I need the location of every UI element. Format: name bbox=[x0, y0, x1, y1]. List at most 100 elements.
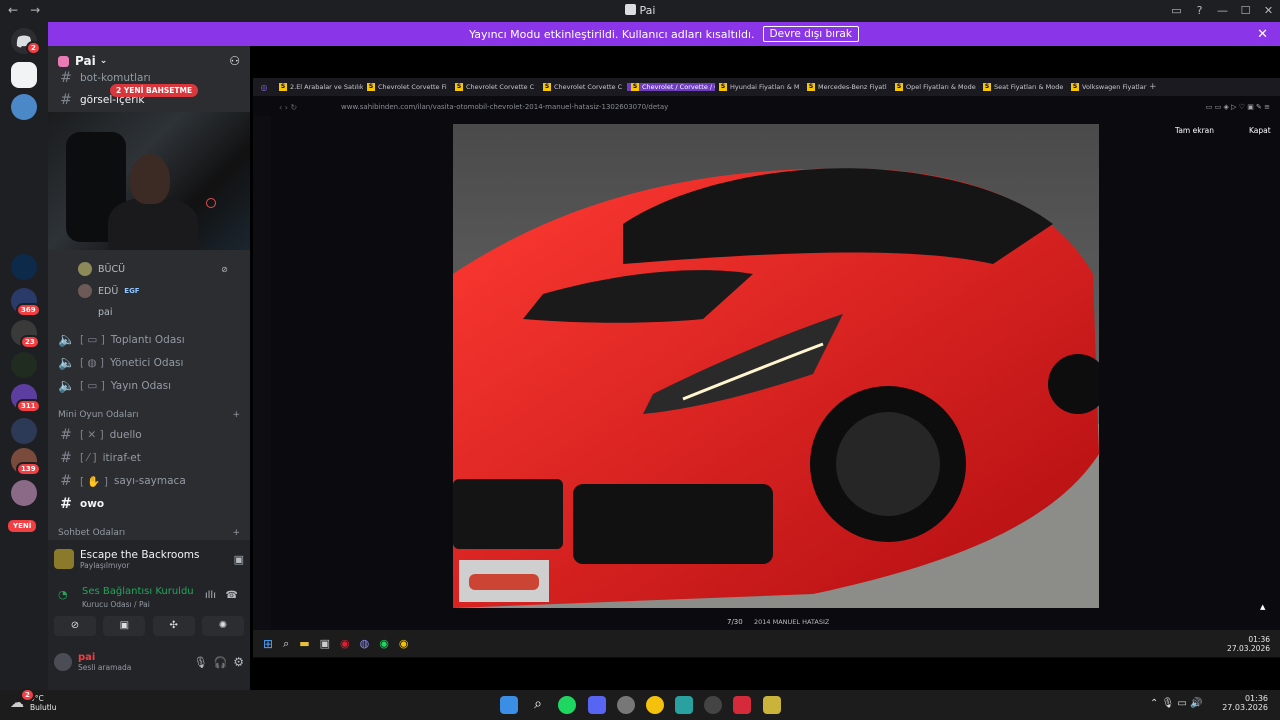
opera-gx-icon[interactable] bbox=[733, 696, 751, 714]
server-icon-6[interactable] bbox=[11, 418, 37, 444]
folder-icon: ▬ bbox=[299, 637, 310, 650]
avatar[interactable] bbox=[54, 653, 72, 671]
streamer-mode-banner: Yayıncı Modu etkinleştirildi. Kullanıcı … bbox=[48, 22, 1280, 46]
start-button[interactable] bbox=[500, 696, 518, 714]
weather-badge: 2 bbox=[20, 688, 35, 702]
screen-share-icon[interactable]: ▣ bbox=[103, 616, 146, 636]
soundboard-icon[interactable]: ıllı bbox=[205, 590, 216, 601]
browser-tab[interactable]: S Hyundai Fiyatları & M bbox=[715, 83, 803, 91]
help-icon[interactable]: ? bbox=[1188, 0, 1211, 22]
server-badge: 23 bbox=[20, 335, 40, 349]
minimize-button[interactable]: — bbox=[1211, 0, 1234, 22]
opera-icon: ◉ bbox=[340, 637, 350, 650]
channel-owo[interactable]: # owo bbox=[58, 496, 104, 512]
voice-channel-yayin[interactable]: 🔈[ ▭ ] Yayın Odası bbox=[58, 378, 171, 394]
server-icon-k[interactable] bbox=[11, 254, 37, 280]
category-sohbet[interactable]: Sohbet Odaları + bbox=[58, 528, 240, 538]
browser-tab[interactable]: S Mercedes-Benz Fiyatl bbox=[803, 83, 891, 91]
corvette-image bbox=[453, 124, 1099, 608]
voice-channel-toplanti[interactable]: 🔈[ ▭ ] Toplantı Odası bbox=[58, 332, 185, 348]
channel-duello[interactable]: #[ ✕ ] duello bbox=[58, 427, 142, 443]
inbox-icon[interactable]: ▭ bbox=[1165, 0, 1188, 22]
soundboard-button-icon[interactable]: ✺ bbox=[201, 616, 244, 636]
spotify-icon: ◉ bbox=[379, 637, 389, 650]
server-pai-icon[interactable] bbox=[11, 62, 37, 88]
microphone-icon[interactable]: 🎙 bbox=[194, 656, 208, 669]
browser-tab[interactable]: S Chevrolet Corvette C bbox=[539, 83, 627, 91]
app-icon bbox=[624, 4, 636, 15]
address-field[interactable]: www.sahibinden.com/ilan/vasita-otomobil-… bbox=[341, 103, 668, 111]
server-icon-8[interactable] bbox=[11, 480, 37, 506]
activity-panel: Escape the Backrooms Paylaşılmıyor ▣ ◔ Se… bbox=[48, 540, 250, 690]
browser-tab[interactable]: S 2.El Arabalar ve Satılık bbox=[275, 83, 363, 91]
home-badge: 2 bbox=[26, 41, 41, 55]
camera-off-icon[interactable]: ⊘ bbox=[54, 616, 96, 636]
category-mini-oyun[interactable]: Mini Oyun Odaları + bbox=[58, 410, 240, 420]
new-servers-badge[interactable]: YENİ bbox=[6, 518, 39, 534]
browser-tab[interactable]: S Chevrolet Corvette Fi bbox=[363, 83, 451, 91]
clock[interactable]: 01:36 27.03.2026 bbox=[1222, 694, 1268, 712]
close-lightbox-button[interactable]: Kapat bbox=[1249, 126, 1271, 135]
user-panel: pai Sesli aramada 🎙 🎧 ⚙ bbox=[54, 644, 244, 680]
browser-tab[interactable]: S Seat Fiyatları & Mode bbox=[979, 83, 1067, 91]
back-icon[interactable]: ‹ › ↻ bbox=[279, 103, 297, 112]
channel-itiraf-et[interactable]: #[ ⁄ ] itiraf-et bbox=[58, 450, 141, 466]
store-icon: ▣ bbox=[319, 637, 331, 650]
server-list: 2 369 23 311 139 YENİ bbox=[0, 22, 48, 690]
settings-gear-icon[interactable]: ⚙ bbox=[233, 655, 244, 669]
voice-channel-yonetici[interactable]: 🔈[ ◍ ] Yönetici Odası bbox=[58, 355, 183, 371]
game-icon[interactable] bbox=[763, 696, 781, 714]
maximize-button[interactable]: ☐ bbox=[1234, 0, 1257, 22]
browser-tab[interactable]: S Opel Fiyatları & Mode bbox=[891, 83, 979, 91]
mute-deafen-icon: ⊘ bbox=[221, 264, 228, 274]
search-icon[interactable]: ⌕ bbox=[529, 696, 547, 714]
server-icon-outlast[interactable] bbox=[11, 352, 37, 378]
search-icon: ⌕ bbox=[283, 636, 290, 650]
voice-connection: ◔ Ses Bağlantısı Kuruldu Kurucu Odası / … bbox=[58, 586, 238, 609]
game-activity[interactable]: Escape the Backrooms Paylaşılmıyor ▣ bbox=[54, 542, 244, 576]
new-mentions-badge[interactable]: 2 YENİ BAHSETME bbox=[110, 84, 199, 97]
activities-icon[interactable]: ✣ bbox=[152, 616, 195, 636]
browser-tab[interactable]: S Volkswagen Fiyatları bbox=[1067, 83, 1147, 91]
speaker-icon: 🔈 bbox=[58, 332, 76, 348]
new-tab-icon[interactable]: + bbox=[1149, 82, 1157, 92]
voice-user-row[interactable]: pai bbox=[78, 305, 113, 319]
add-channel-icon[interactable]: + bbox=[232, 410, 240, 420]
chrome-icon[interactable] bbox=[646, 696, 664, 714]
image-caption: 2014 MANUEL HATASIZ bbox=[754, 618, 830, 626]
server-badge: 369 bbox=[16, 303, 41, 317]
app-icon[interactable] bbox=[675, 696, 693, 714]
disconnect-icon[interactable]: ☎ bbox=[226, 590, 238, 601]
browser-tab-active[interactable]: S Chevrolet / Corvette / C7 bbox=[627, 83, 715, 91]
steam-icon[interactable] bbox=[704, 696, 722, 714]
add-friend-icon[interactable]: ⚇ bbox=[229, 54, 240, 68]
obs-icon[interactable] bbox=[617, 696, 635, 714]
signal-icon[interactable]: ◔ bbox=[58, 588, 68, 601]
add-channel-icon[interactable]: + bbox=[232, 528, 240, 538]
tray-icons[interactable]: ⌃ 🎙 ▭ 🔊 bbox=[1150, 698, 1203, 709]
streamer-head bbox=[130, 154, 170, 204]
close-banner-icon[interactable]: ✕ bbox=[1257, 27, 1268, 42]
browser-toolbar-icons[interactable]: ▭ ▭ ◈ ▷ ♡ ▣ ✎ ≡ bbox=[1206, 103, 1270, 111]
channel-sayi-saymaca[interactable]: #[ ✋ ] sayı-saymaca bbox=[58, 473, 186, 489]
browser-sidebar bbox=[253, 116, 271, 656]
spotify-icon[interactable] bbox=[558, 696, 576, 714]
fullscreen-button[interactable]: Tam ekran bbox=[1175, 126, 1214, 135]
stream-game-icon[interactable]: ▣ bbox=[234, 553, 244, 566]
browser-tab[interactable]: S Chevrolet Corvette C bbox=[451, 83, 539, 91]
chrome-icon: ◉ bbox=[398, 637, 409, 650]
voice-user-row[interactable]: BÜCÜ ⊘ bbox=[78, 262, 228, 276]
car-photo[interactable] bbox=[453, 124, 1099, 608]
window-controls: ▭ ? — ☐ ✕ bbox=[1165, 0, 1280, 22]
close-window-button[interactable]: ✕ bbox=[1257, 0, 1280, 22]
channel-sidebar: Pai ⌄ ⚇ # bot-komutları # görsel-içerik 2 … bbox=[48, 46, 250, 690]
disable-streamer-mode-button[interactable]: Devre dışı bırak bbox=[762, 26, 859, 42]
discord-icon[interactable] bbox=[588, 696, 606, 714]
window-titlebar: ← → Pai ▭ ? — ☐ ✕ bbox=[0, 0, 1280, 22]
banner-text: Yayıncı Modu etkinleştirildi. Kullanıcı … bbox=[469, 27, 755, 41]
server-icon-2[interactable] bbox=[11, 94, 37, 120]
headphones-icon[interactable]: 🎧 bbox=[214, 656, 228, 669]
image-counter: 7/30 bbox=[727, 618, 743, 626]
scroll-up-icon[interactable]: ▲ bbox=[1260, 603, 1265, 611]
voice-user-row[interactable]: EDÜ EGF bbox=[78, 284, 140, 298]
